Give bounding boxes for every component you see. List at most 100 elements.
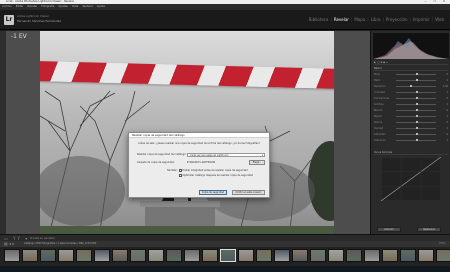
filmstrip-thumbnail[interactable] bbox=[220, 249, 236, 262]
slider-row[interactable]: Claridad 0 bbox=[374, 127, 448, 130]
filmstrip-thumbnail[interactable] bbox=[184, 249, 200, 262]
filmstrip-thumbnail[interactable] bbox=[382, 249, 398, 262]
slider-knob[interactable] bbox=[416, 139, 418, 142]
menu-item[interactable]: Ventana bbox=[82, 5, 93, 8]
module-mapa[interactable]: Mapa bbox=[354, 17, 365, 22]
filmstrip-filter[interactable]: Filtro: bbox=[439, 242, 446, 245]
menu-item[interactable]: Editar bbox=[16, 5, 24, 8]
slider-value[interactable]: 0 bbox=[447, 91, 448, 94]
slider-value[interactable]: 0 bbox=[447, 115, 448, 118]
module-proyección[interactable]: Proyección bbox=[386, 17, 408, 22]
integrity-checkbox[interactable] bbox=[179, 169, 182, 172]
filmstrip-thumbnail[interactable] bbox=[346, 249, 362, 262]
slider-row[interactable]: Exposición -1,00 bbox=[374, 85, 448, 88]
integrity-option[interactable]: Probar integridad antes de realizar copi… bbox=[179, 169, 248, 172]
optimize-option[interactable]: Optimizar catálogo después de realizar c… bbox=[179, 174, 253, 177]
module-revelar[interactable]: Revelar bbox=[334, 17, 349, 22]
slider-value[interactable]: 0 bbox=[447, 79, 448, 82]
filmstrip-thumbnail[interactable] bbox=[76, 249, 92, 262]
slider-knob[interactable] bbox=[416, 103, 418, 106]
previous-button[interactable]: Anterior bbox=[377, 227, 401, 232]
filmstrip-thumbnail[interactable] bbox=[148, 249, 164, 262]
slider-row[interactable]: Contraste 0 bbox=[374, 91, 448, 94]
slider-value[interactable]: -1,00 bbox=[442, 85, 448, 88]
slider-knob[interactable] bbox=[410, 85, 412, 88]
slider-value[interactable]: 0 bbox=[447, 97, 448, 100]
module-imprimir[interactable]: Imprimir bbox=[413, 17, 430, 22]
photo-viewer[interactable]: -1 EV Realizar copia de seguridad del ca… bbox=[6, 31, 370, 234]
filmstrip-thumbnail[interactable] bbox=[58, 249, 74, 262]
skip-button[interactable]: Omitir en esta ocasión bbox=[232, 190, 265, 195]
slider-knob[interactable] bbox=[416, 109, 418, 112]
slider-label: Saturación bbox=[374, 139, 386, 142]
filmstrip-thumbnail[interactable] bbox=[274, 249, 290, 262]
soft-proofing-label[interactable]: Prueba en pantalla bbox=[30, 237, 54, 240]
filmstrip-thumbnail[interactable] bbox=[94, 249, 110, 262]
filmstrip-thumbnail[interactable] bbox=[166, 249, 182, 262]
slider-value[interactable]: 0 bbox=[447, 127, 448, 130]
slider-row[interactable]: Iluminaciones 0 bbox=[374, 97, 448, 100]
slider-value[interactable]: 0 bbox=[447, 133, 448, 136]
filmstrip-status: Catálogo 1583 fotografías / 1 selecciona… bbox=[24, 242, 97, 245]
filmstrip-thumbnail[interactable] bbox=[400, 249, 416, 262]
slider-knob[interactable] bbox=[416, 73, 418, 76]
slider-value[interactable]: 0 bbox=[447, 73, 448, 76]
slider-value[interactable]: 0 bbox=[447, 139, 448, 142]
slider-row[interactable]: Negros 0 bbox=[374, 115, 448, 118]
slider-value[interactable]: 0 bbox=[447, 103, 448, 106]
filmstrip-thumbnail[interactable] bbox=[4, 249, 20, 262]
menu-item[interactable]: Archivo bbox=[2, 5, 12, 8]
chevron-down-icon: ▾ bbox=[261, 153, 263, 157]
tool-strip[interactable]: ◐ ◯ ⊕ ◉ ▭ bbox=[374, 61, 448, 65]
slider-value[interactable]: 0 bbox=[447, 109, 448, 112]
filmstrip-thumbnail[interactable] bbox=[310, 249, 326, 262]
filmstrip-thumbnail[interactable] bbox=[112, 249, 128, 262]
module-biblioteca[interactable]: Biblioteca bbox=[309, 17, 329, 22]
filmstrip-thumbnail[interactable] bbox=[202, 249, 218, 262]
slider-row[interactable]: Textura 0 bbox=[374, 121, 448, 124]
slider-row[interactable]: Intensidad 0 bbox=[374, 133, 448, 136]
backup-frequency-select[interactable]: Cada vez que salga de Lightroom ▾ bbox=[187, 152, 265, 157]
slider-value[interactable]: 0 bbox=[447, 121, 448, 124]
choose-folder-button[interactable]: Elegir... bbox=[249, 160, 265, 165]
slider-row[interactable]: Sombras 0 bbox=[374, 103, 448, 106]
filmstrip-thumbnail[interactable] bbox=[238, 249, 254, 262]
menu-item[interactable]: Vista bbox=[72, 5, 78, 8]
slider-row[interactable]: Matiz 0 bbox=[374, 79, 448, 82]
slider-knob[interactable] bbox=[416, 115, 418, 118]
slider-track[interactable] bbox=[396, 86, 436, 87]
reset-button[interactable]: Restaurar bbox=[417, 227, 441, 232]
tone-curve[interactable] bbox=[381, 157, 441, 201]
menu-item[interactable]: Ayuda bbox=[97, 5, 105, 8]
filmstrip-thumbnail[interactable] bbox=[436, 249, 450, 262]
filmstrip-thumbnail[interactable] bbox=[418, 249, 434, 262]
filmstrip-thumbnail[interactable] bbox=[364, 249, 380, 262]
grid-view-icon[interactable]: ▦ ◂ ▸ bbox=[4, 241, 14, 246]
slider-knob[interactable] bbox=[416, 121, 418, 124]
slider-knob[interactable] bbox=[416, 97, 418, 100]
filmstrip-thumbnail[interactable] bbox=[328, 249, 344, 262]
slider-label: Exposición bbox=[374, 85, 386, 88]
filmstrip-thumbnail[interactable] bbox=[292, 249, 308, 262]
optimize-checkbox[interactable] bbox=[179, 174, 182, 177]
tone-curve-header[interactable]: Curva de tonos bbox=[374, 151, 448, 155]
menu-item[interactable]: Fotografía bbox=[41, 5, 54, 8]
menu-item[interactable]: Ajustes bbox=[58, 5, 67, 8]
basic-panel-header[interactable]: Básico bbox=[374, 67, 448, 71]
slider-row[interactable]: Saturación 0 bbox=[374, 139, 448, 142]
slider-knob[interactable] bbox=[416, 91, 418, 94]
slider-row[interactable]: Temp 0 bbox=[374, 73, 448, 76]
slider-row[interactable]: Blancos 0 bbox=[374, 109, 448, 112]
filmstrip-thumbnail[interactable] bbox=[130, 249, 146, 262]
module-web[interactable]: Web bbox=[435, 17, 444, 22]
slider-knob[interactable] bbox=[416, 79, 418, 82]
filmstrip-thumbnail[interactable] bbox=[40, 249, 56, 262]
slider-knob[interactable] bbox=[416, 133, 418, 136]
backup-button[interactable]: Copia de seguridad bbox=[199, 190, 227, 195]
filmstrip-thumbnail[interactable] bbox=[256, 249, 272, 262]
filmstrip[interactable] bbox=[0, 247, 450, 266]
module-libro[interactable]: Libro bbox=[371, 17, 381, 22]
slider-knob[interactable] bbox=[416, 127, 418, 130]
filmstrip-thumbnail[interactable] bbox=[22, 249, 38, 262]
menu-item[interactable]: Revelar bbox=[27, 5, 37, 8]
